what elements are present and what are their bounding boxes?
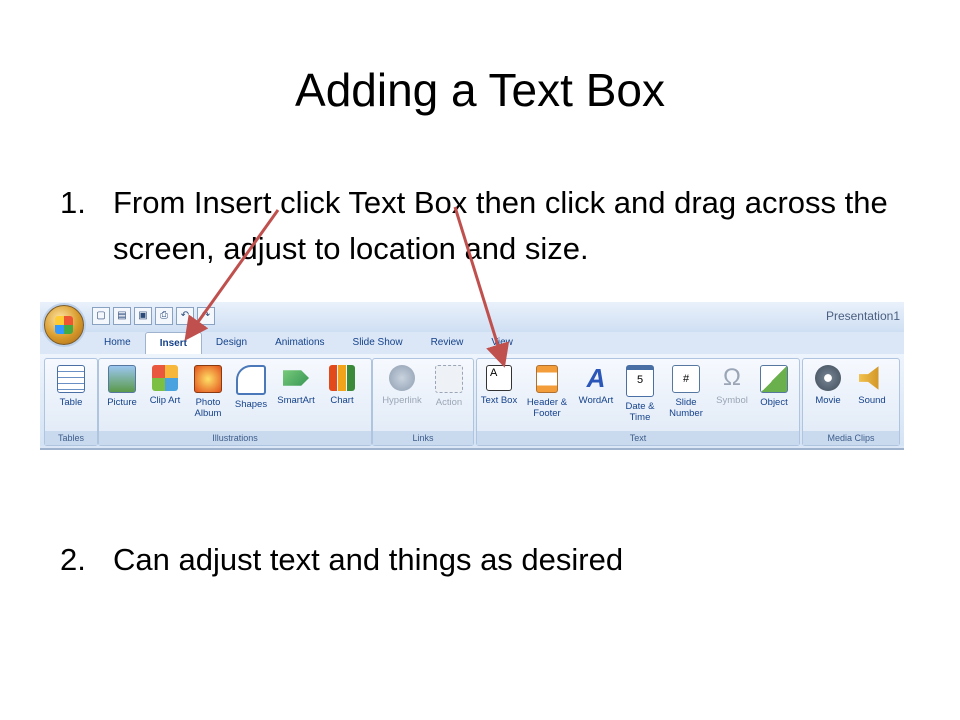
slide-title: Adding a Text Box xyxy=(295,64,665,116)
table-button[interactable]: Table xyxy=(50,365,92,408)
group-label-media-clips: Media Clips xyxy=(803,431,899,445)
tab-slide-show[interactable]: Slide Show xyxy=(339,332,417,354)
globe-icon xyxy=(389,365,415,391)
photo-album-icon xyxy=(194,365,222,393)
step-1-number: 1. xyxy=(60,185,86,220)
step-2-text: Can adjust text and things as desired xyxy=(113,542,624,577)
redo-icon[interactable]: ↷ xyxy=(197,307,215,325)
wordart-icon: A xyxy=(586,363,606,393)
group-label-tables: Tables xyxy=(45,431,97,445)
step-2: 2. Can adjust text and things as desired xyxy=(60,537,920,583)
new-icon[interactable]: ▢ xyxy=(92,307,110,325)
speaker-icon xyxy=(859,366,879,390)
ribbon-screenshot: ▢ ▤ ▣ ⎙ ↶ ↷ Presentation1 Home Insert De… xyxy=(40,302,904,450)
shapes-icon xyxy=(236,365,266,395)
slide-number-icon: # xyxy=(672,365,700,393)
text-box-button[interactable]: A Text Box xyxy=(479,365,519,406)
group-label-illustrations: Illustrations xyxy=(99,431,371,445)
movie-button[interactable]: Movie xyxy=(807,365,849,406)
print-icon[interactable]: ⎙ xyxy=(155,307,173,325)
open-icon[interactable]: ▤ xyxy=(113,307,131,325)
group-label-text: Text xyxy=(477,431,799,445)
tab-view[interactable]: View xyxy=(477,332,527,354)
wordart-button[interactable]: A WordArt xyxy=(575,365,617,406)
step-1: 1. From Insert click Text Box then click… xyxy=(60,180,920,272)
chart-button[interactable]: Chart xyxy=(321,365,363,406)
hyperlink-button[interactable]: Hyperlink xyxy=(377,365,427,406)
quick-access-toolbar: ▢ ▤ ▣ ⎙ ↶ ↷ xyxy=(92,307,215,327)
tab-review[interactable]: Review xyxy=(417,332,478,354)
text-box-icon: A xyxy=(486,365,512,391)
group-label-links: Links xyxy=(373,431,473,445)
tab-home[interactable]: Home xyxy=(90,332,145,354)
calendar-icon: 5 xyxy=(626,365,654,397)
ribbon-tabs: Home Insert Design Animations Slide Show… xyxy=(90,332,527,354)
photo-album-button[interactable]: Photo Album xyxy=(187,365,229,419)
step-2-number: 2. xyxy=(60,542,86,577)
step-1-text: From Insert click Text Box then click an… xyxy=(113,185,888,266)
date-time-button[interactable]: 5 Date & Time xyxy=(619,365,661,423)
header-footer-button[interactable]: Header & Footer xyxy=(521,365,573,419)
tab-insert[interactable]: Insert xyxy=(144,332,202,354)
group-tables: Table Tables xyxy=(44,358,98,446)
header-footer-icon xyxy=(536,365,558,393)
group-media-clips: Movie Sound Media Clips xyxy=(802,358,900,446)
group-links: Hyperlink Action Links xyxy=(372,358,474,446)
action-icon xyxy=(435,365,463,393)
slide-number-button[interactable]: # Slide Number xyxy=(663,365,709,419)
office-logo-icon xyxy=(55,316,73,334)
object-button[interactable]: Object xyxy=(753,365,795,408)
shapes-button[interactable]: Shapes xyxy=(230,365,272,410)
object-icon xyxy=(760,365,788,393)
ribbon-title-bar: ▢ ▤ ▣ ⎙ ↶ ↷ Presentation1 xyxy=(40,302,904,332)
office-button[interactable] xyxy=(44,305,84,345)
picture-button[interactable]: Picture xyxy=(101,365,143,408)
chart-icon xyxy=(329,365,355,391)
document-title: Presentation1 xyxy=(825,309,900,323)
action-button[interactable]: Action xyxy=(428,365,470,408)
tab-animations[interactable]: Animations xyxy=(261,332,338,354)
smartart-button[interactable]: SmartArt xyxy=(275,365,317,406)
symbol-button[interactable]: Ω Symbol xyxy=(711,364,753,407)
tab-design[interactable]: Design xyxy=(202,332,261,354)
film-reel-icon xyxy=(815,365,841,391)
clip-art-button[interactable]: Clip Art xyxy=(144,365,186,406)
undo-icon[interactable]: ↶ xyxy=(176,307,194,325)
ribbon-groups: Table Tables Picture Clip Art Photo Albu… xyxy=(40,354,904,446)
group-illustrations: Picture Clip Art Photo Album Shapes Smar… xyxy=(98,358,372,446)
smartart-icon xyxy=(283,370,309,386)
sound-button[interactable]: Sound xyxy=(851,365,893,406)
omega-icon: Ω xyxy=(723,364,741,391)
picture-icon xyxy=(108,365,136,393)
save-icon[interactable]: ▣ xyxy=(134,307,152,325)
group-text: A Text Box Header & Footer A WordArt 5 D… xyxy=(476,358,800,446)
clip-art-icon xyxy=(152,365,178,391)
table-icon xyxy=(57,365,85,393)
